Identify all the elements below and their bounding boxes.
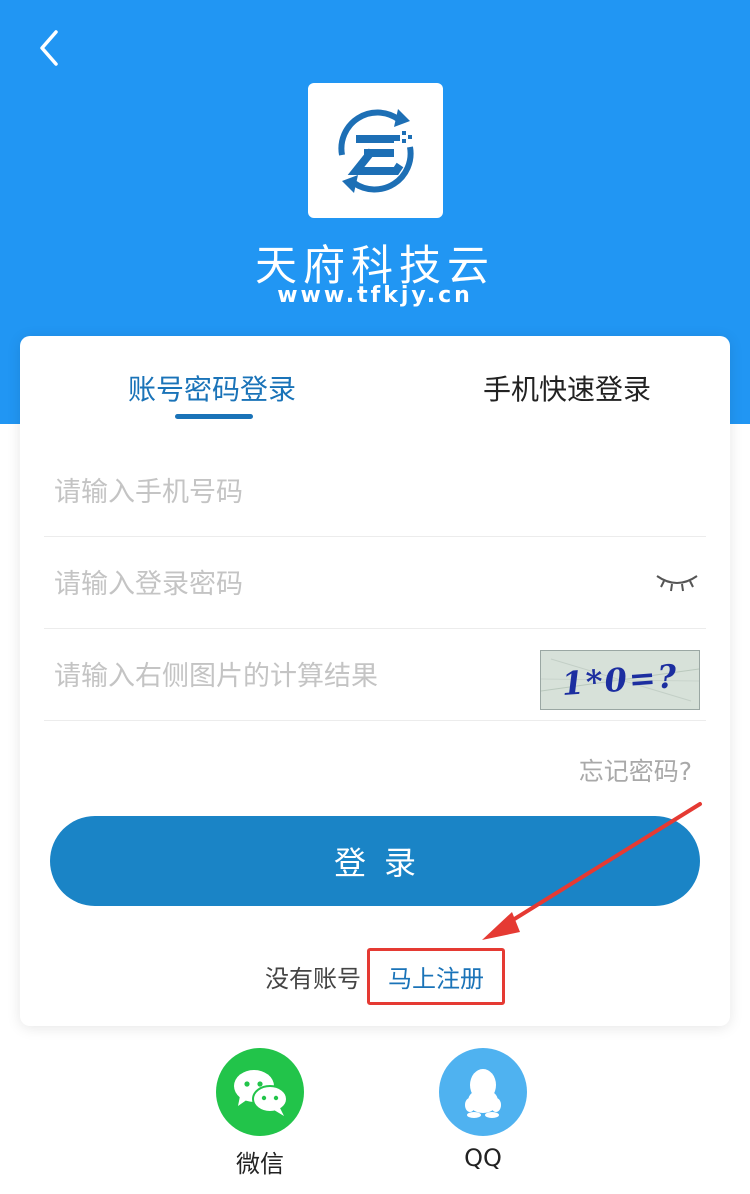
eye-closed-icon[interactable] [654,568,700,594]
login-button[interactable]: 登录 [50,816,700,906]
captcha-image[interactable]: 1*0=? [540,650,700,710]
back-button[interactable] [26,26,70,70]
active-tab-indicator [175,414,253,419]
tab-account-login[interactable]: 账号密码登录 [128,368,296,408]
cloud-logo-icon [337,108,414,193]
login-card: 账号密码登录 手机快速登录 1*0=? 忘记密码? 登录 没有账号 马上注册 [20,336,730,1026]
wechat-icon-circle [216,1048,304,1136]
captcha-input[interactable] [52,630,516,722]
brand-url: www.tfkjy.cn [277,283,473,308]
qq-penguin-icon [465,1069,501,1118]
wechat-icon [234,1070,288,1116]
tab-phone-login[interactable]: 手机快速登录 [483,368,651,408]
register-prompt: 没有账号 [265,965,361,993]
wechat-login[interactable]: 微信 [210,1048,310,1179]
qq-label: QQ [464,1144,502,1172]
captcha-text: 1*0=? [560,656,680,704]
register-row: 没有账号 马上注册 [265,948,505,1005]
phone-field [44,446,706,538]
app-logo [308,83,443,218]
chevron-left-icon [40,30,58,66]
captcha-field: 1*0=? [44,630,706,722]
password-input[interactable] [52,538,516,630]
qq-login[interactable]: QQ [433,1048,533,1172]
wechat-label: 微信 [236,1150,284,1178]
phone-input[interactable] [52,446,516,538]
qq-icon-circle [439,1048,527,1136]
register-link[interactable]: 马上注册 [367,948,505,1005]
forgot-password-link[interactable]: 忘记密码? [579,752,692,788]
password-field [44,538,706,630]
